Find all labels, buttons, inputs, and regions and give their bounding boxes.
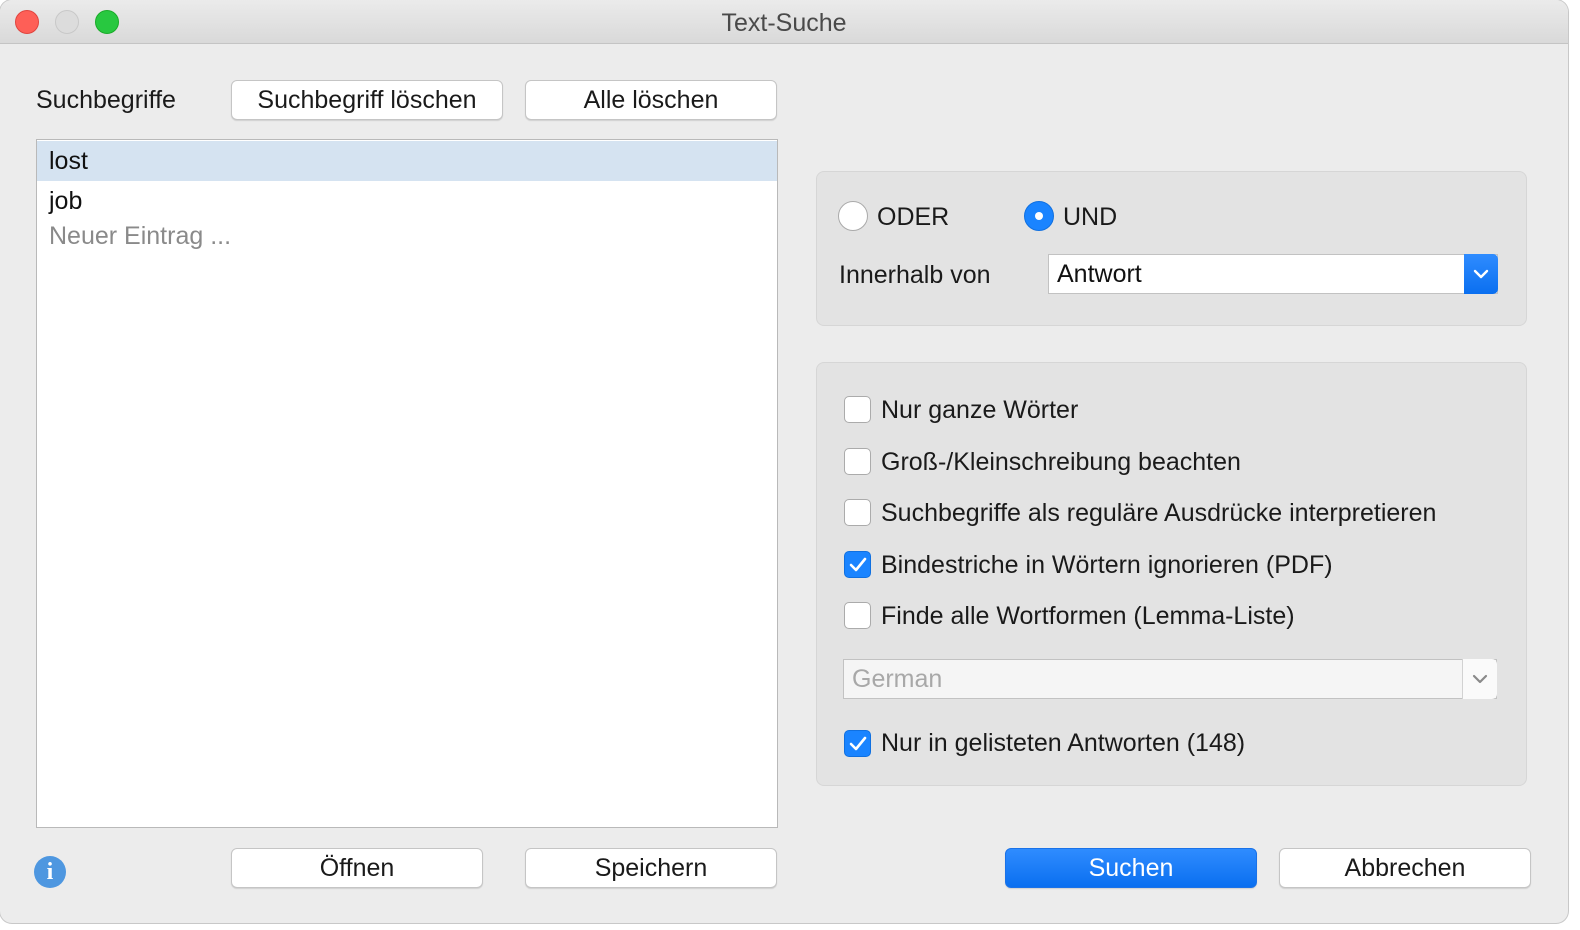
ignore-hyphens-label: Bindestriche in Wörtern ignorieren (PDF): [881, 551, 1333, 579]
lemma-checkbox[interactable]: [844, 602, 871, 629]
lemma-label: Finde alle Wortformen (Lemma-Liste): [881, 602, 1295, 630]
list-item[interactable]: job: [37, 181, 777, 221]
within-select[interactable]: Antwort: [1048, 254, 1498, 294]
text-search-dialog: Text-Suche Suchbegriffe Suchbegriff lösc…: [0, 0, 1568, 923]
search-terms-label: Suchbegriffe: [36, 86, 176, 114]
logic-panel: [816, 171, 1527, 326]
ignore-hyphens-checkbox[interactable]: [844, 551, 871, 578]
title-bar: Text-Suche: [0, 0, 1568, 44]
chevron-down-icon: [1464, 254, 1498, 294]
save-button[interactable]: Speichern: [525, 848, 777, 888]
whole-words-label: Nur ganze Wörter: [881, 396, 1079, 424]
within-select-value: Antwort: [1057, 260, 1142, 288]
listed-only-checkbox[interactable]: [844, 730, 871, 757]
list-item[interactable]: lost: [37, 141, 777, 181]
delete-term-button[interactable]: Suchbegriff löschen: [231, 80, 503, 120]
search-terms-list[interactable]: lost job Neuer Eintrag ...: [36, 139, 778, 828]
or-label: ODER: [877, 203, 950, 231]
open-button[interactable]: Öffnen: [231, 848, 483, 888]
and-label: UND: [1063, 203, 1118, 231]
checkmark-icon: [849, 557, 866, 571]
language-select-value: German: [852, 665, 943, 693]
checkmark-icon: [849, 736, 866, 750]
chevron-down-icon: [1462, 659, 1497, 699]
language-select: German: [843, 659, 1497, 699]
search-button[interactable]: Suchen: [1005, 848, 1257, 888]
new-entry-input[interactable]: Neuer Eintrag ...: [37, 216, 777, 256]
regex-label: Suchbegriffe als reguläre Ausdrücke inte…: [881, 499, 1437, 527]
delete-all-button[interactable]: Alle löschen: [525, 80, 777, 120]
listed-only-label: Nur in gelisteten Antworten (148): [881, 729, 1246, 757]
regex-checkbox[interactable]: [844, 499, 871, 526]
and-radio[interactable]: [1024, 201, 1054, 231]
or-radio[interactable]: [838, 201, 868, 231]
within-label: Innerhalb von: [839, 261, 991, 289]
case-sensitive-checkbox[interactable]: [844, 448, 871, 475]
window-title: Text-Suche: [721, 9, 847, 37]
case-sensitive-label: Groß-/Kleinschreibung beachten: [881, 448, 1241, 476]
cancel-button[interactable]: Abbrechen: [1279, 848, 1531, 888]
whole-words-checkbox[interactable]: [844, 396, 871, 423]
info-icon[interactable]: i: [34, 856, 66, 888]
